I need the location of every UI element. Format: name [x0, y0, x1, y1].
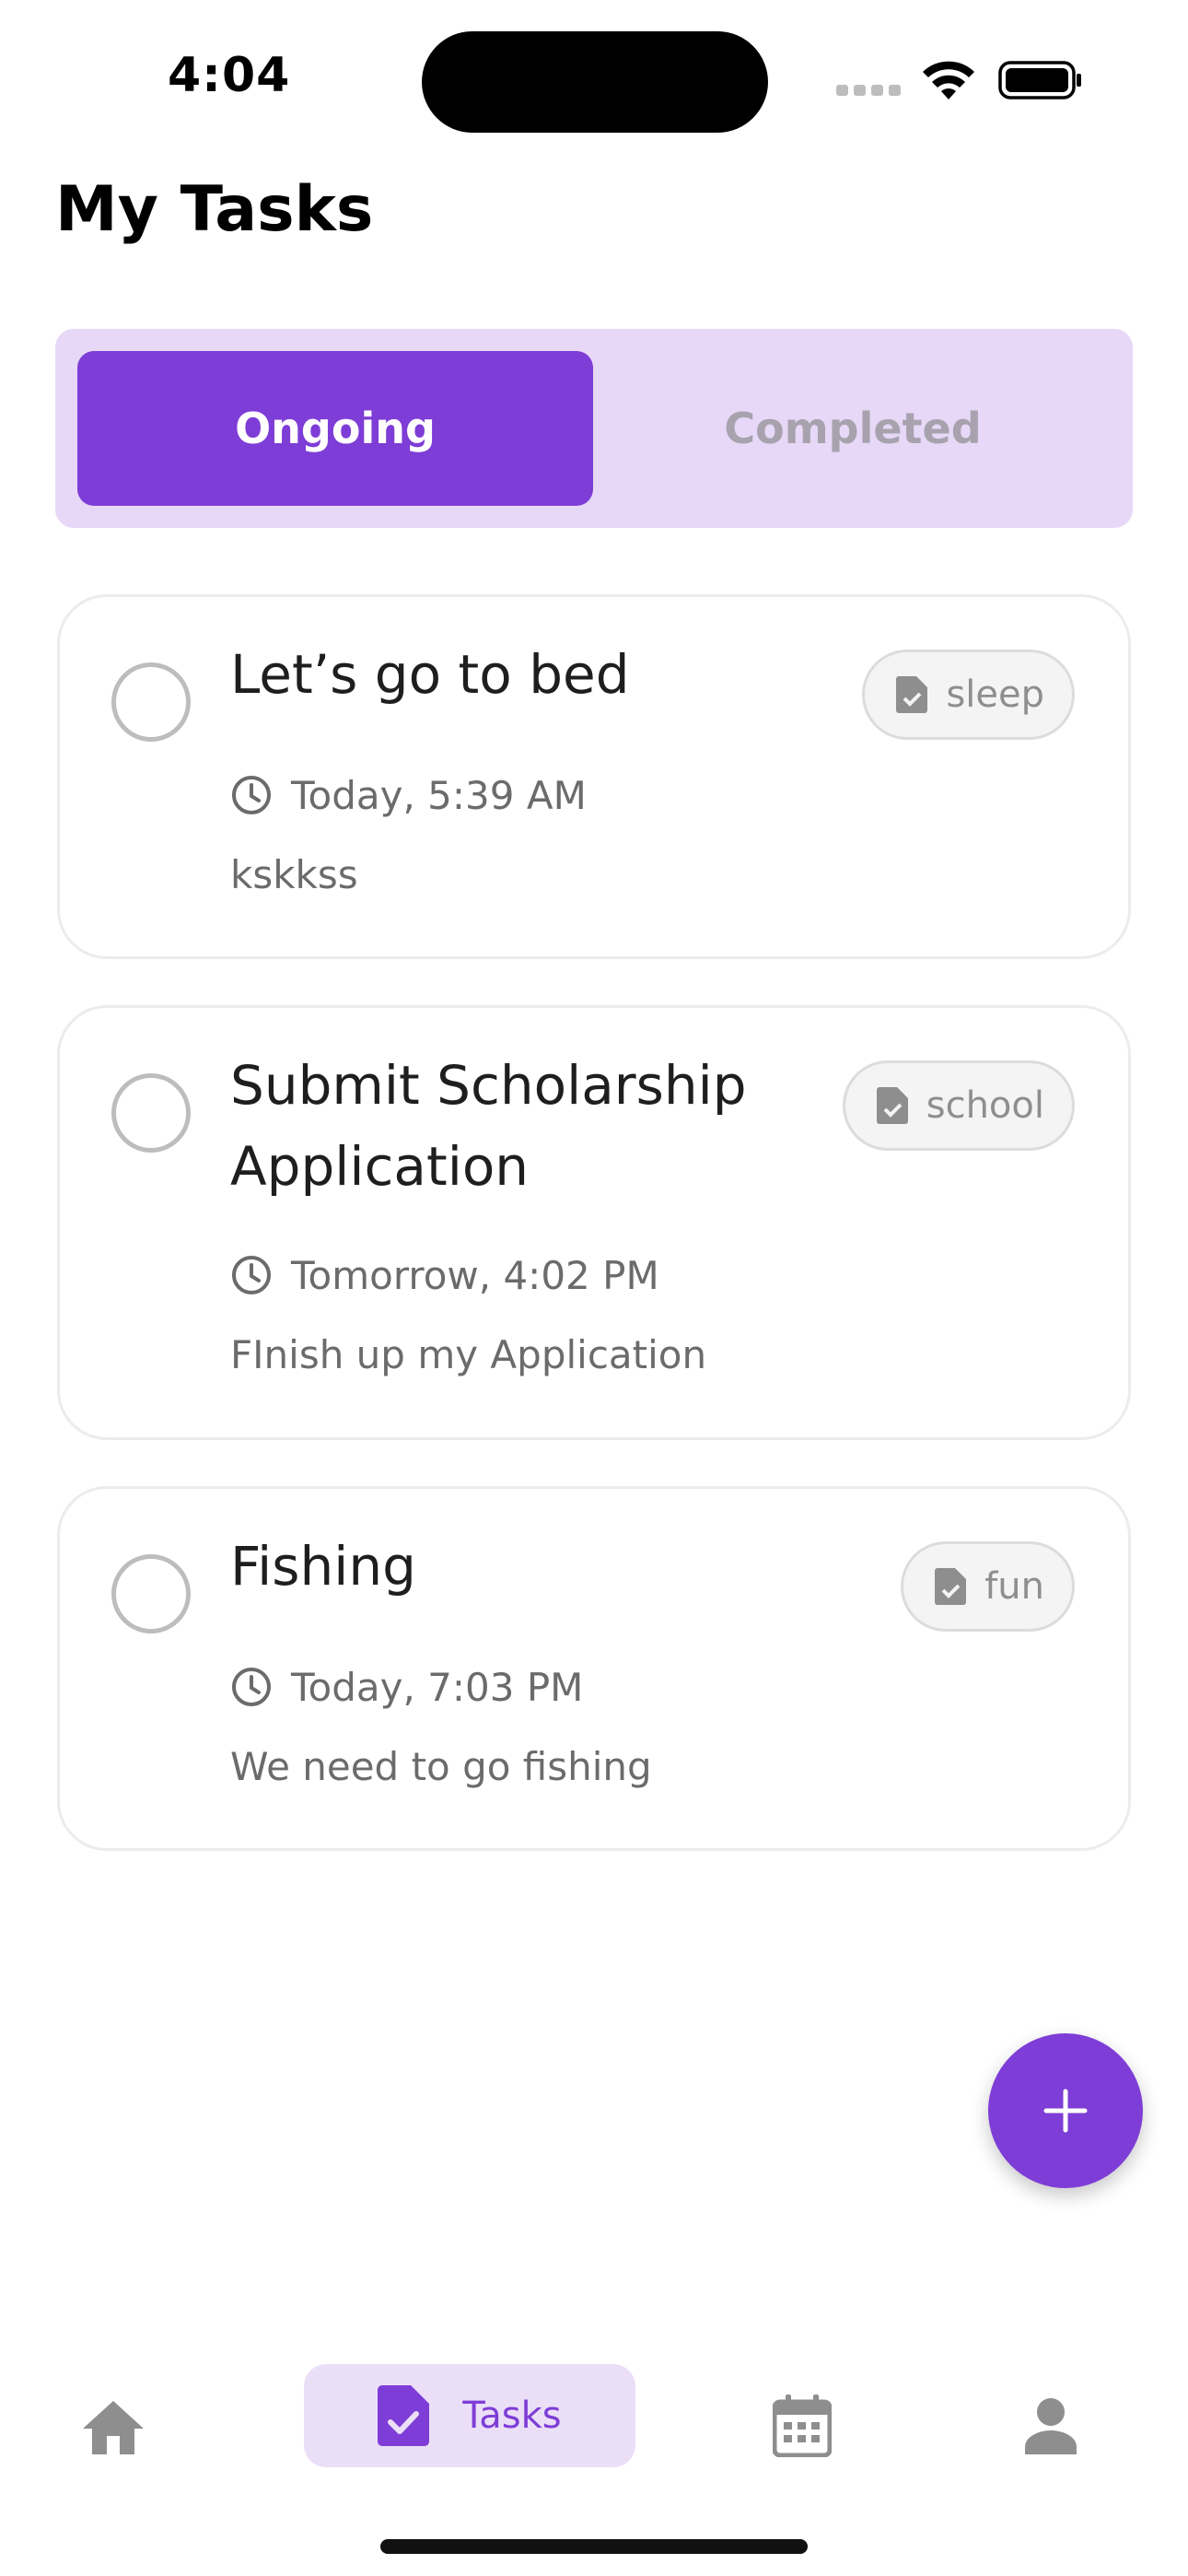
task-tag: fun [901, 1541, 1075, 1632]
task-title: Submit Scholarship Application [230, 1054, 747, 1198]
person-icon [1025, 2398, 1077, 2454]
status-icons [836, 57, 1085, 103]
nav-tasks-label: Tasks [462, 2395, 562, 2437]
bottom-nav: Tasks [0, 2340, 1188, 2497]
nav-profile[interactable] [1013, 2388, 1089, 2464]
task-complete-checkbox[interactable] [111, 1554, 191, 1633]
document-check-icon [935, 1568, 967, 1605]
clock-icon [232, 1668, 271, 1706]
wifi-icon [923, 61, 974, 100]
page-title: My Tasks [55, 173, 374, 246]
task-date: Today, 5:39 AM [291, 772, 587, 818]
task-title: Let’s go to bed [230, 643, 630, 706]
status-bar: 4:04 [0, 0, 1188, 138]
plus-icon [1043, 2089, 1088, 2133]
home-icon [83, 2401, 144, 2454]
add-task-button[interactable] [988, 2033, 1143, 2188]
task-due: Today, 5:39 AM [230, 767, 587, 823]
clock-icon [232, 1256, 271, 1294]
nav-home[interactable] [74, 2388, 153, 2467]
home-indicator [380, 2539, 808, 2554]
task-description: kskkss [230, 852, 358, 897]
task-tag-label: sleep [946, 673, 1044, 716]
task-tag: school [842, 1060, 1075, 1151]
task-title: Fishing [230, 1535, 416, 1598]
task-description: We need to go fishing [230, 1744, 652, 1789]
nav-calendar[interactable] [766, 2386, 838, 2465]
cellular-signal-icon [836, 85, 901, 96]
task-due: Today, 7:03 PM [230, 1659, 583, 1715]
task-due: Tomorrow, 4:02 PM [230, 1247, 659, 1303]
task-date: Tomorrow, 4:02 PM [291, 1252, 659, 1298]
task-card[interactable]: Let’s go to bed sleep Today, 5:39 AM ksk… [57, 594, 1131, 959]
status-time: 4:04 [168, 48, 291, 103]
tab-completed[interactable]: Completed [595, 351, 1111, 506]
task-complete-checkbox[interactable] [111, 1073, 191, 1153]
nav-tasks[interactable]: Tasks [304, 2364, 635, 2467]
task-doc-icon [378, 2385, 430, 2446]
tab-ongoing[interactable]: Ongoing [77, 351, 593, 506]
calendar-icon [773, 2395, 832, 2457]
battery-icon [998, 61, 1081, 100]
clock-icon [232, 776, 271, 814]
task-status-tabs: Ongoing Completed [55, 329, 1133, 528]
task-card[interactable]: Submit Scholarship Application school To… [57, 1005, 1131, 1440]
task-description: FInish up my Application [230, 1332, 707, 1377]
task-complete-checkbox[interactable] [111, 662, 191, 742]
task-date: Today, 7:03 PM [291, 1664, 584, 1710]
task-tag-label: fun [984, 1565, 1044, 1608]
task-tag-label: school [926, 1084, 1044, 1127]
document-check-icon [876, 1087, 908, 1124]
document-check-icon [896, 676, 928, 713]
dynamic-island [422, 31, 768, 133]
task-card[interactable]: Fishing fun Today, 7:03 PM We need to go… [57, 1486, 1131, 1851]
task-tag: sleep [862, 650, 1075, 740]
